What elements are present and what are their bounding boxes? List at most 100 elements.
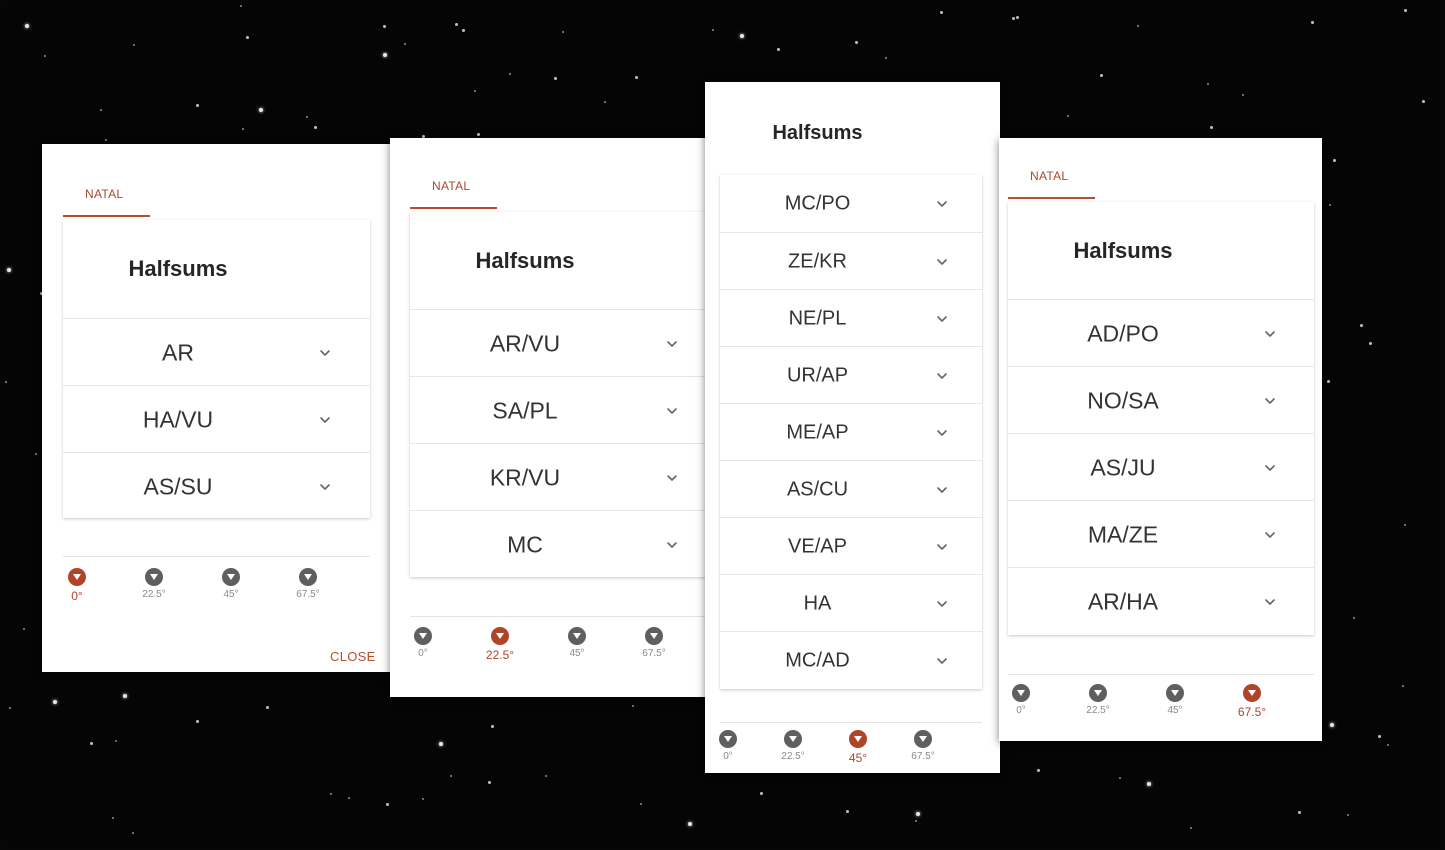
- star: [846, 810, 849, 813]
- star: [7, 268, 11, 272]
- star: [1016, 16, 1019, 19]
- tab-natal[interactable]: NATAL: [85, 187, 123, 201]
- halfsum-row[interactable]: AD/PO: [1008, 299, 1314, 367]
- card-title: Halfsums: [128, 256, 228, 281]
- star: [712, 29, 714, 31]
- star: [1369, 342, 1372, 345]
- tab-natal[interactable]: NATAL: [1030, 169, 1068, 183]
- orb-option[interactable]: 67.5°: [1227, 684, 1277, 719]
- star: [266, 706, 269, 709]
- orb-option[interactable]: 22.5°: [768, 730, 818, 762]
- halfsum-row[interactable]: AR: [63, 318, 370, 386]
- chevron-down-icon[interactable]: [1263, 394, 1277, 408]
- halfsum-row[interactable]: MC/AD: [720, 631, 982, 689]
- halfsum-label: NE/PL: [788, 307, 847, 329]
- orb-option[interactable]: 22.5°: [1073, 684, 1123, 716]
- halfsum-row[interactable]: HA/VU: [63, 385, 370, 453]
- chevron-down-icon[interactable]: [935, 597, 949, 611]
- halfsum-row[interactable]: ME/AP: [720, 403, 982, 461]
- star: [474, 90, 476, 92]
- halfsum-row[interactable]: KR/VU: [410, 443, 706, 511]
- orb-option[interactable]: 22.5°: [475, 627, 525, 662]
- chevron-down-icon[interactable]: [935, 483, 949, 497]
- halfsum-row[interactable]: MC/PO: [720, 175, 982, 232]
- chevron-down-icon[interactable]: [935, 197, 949, 211]
- orb-degree-label: 0°: [723, 751, 733, 762]
- halfsum-row[interactable]: AR/VU: [410, 309, 706, 377]
- halfsums-panel-4: NATAL Halfsums AD/PO NO/SA AS/JU MA/ZE AR/HA…: [999, 138, 1322, 741]
- chevron-down-icon[interactable]: [318, 480, 332, 494]
- star: [1067, 115, 1069, 117]
- caret-down-icon: [1012, 684, 1030, 702]
- star: [1327, 380, 1330, 383]
- divider: [63, 556, 370, 557]
- close-button[interactable]: CLOSE: [330, 649, 376, 664]
- chevron-down-icon[interactable]: [1263, 461, 1277, 475]
- halfsum-row[interactable]: UR/AP: [720, 346, 982, 404]
- chevron-down-icon[interactable]: [1263, 327, 1277, 341]
- halfsums-panel-2: NATAL Halfsums AR/VU SA/PL KR/VU MC 0° 22.5°…: [390, 138, 706, 697]
- chevron-down-icon[interactable]: [1263, 528, 1277, 542]
- star: [1242, 94, 1244, 96]
- orb-option[interactable]: 0°: [52, 568, 102, 603]
- orb-degree-label: 45°: [1167, 705, 1183, 716]
- halfsum-label: AS/JU: [1090, 454, 1156, 480]
- orb-option[interactable]: 67.5°: [629, 627, 679, 659]
- star: [132, 832, 134, 834]
- chevron-down-icon[interactable]: [318, 346, 332, 360]
- halfsum-row[interactable]: VE/AP: [720, 517, 982, 575]
- caret-down-icon: [68, 568, 86, 586]
- orb-option[interactable]: 0°: [398, 627, 448, 659]
- star: [604, 101, 606, 103]
- halfsum-row[interactable]: NO/SA: [1008, 366, 1314, 434]
- halfsum-row[interactable]: HA: [720, 574, 982, 632]
- halfsum-label: HA: [803, 592, 832, 614]
- star: [1137, 25, 1139, 27]
- orb-option[interactable]: 45°: [1150, 684, 1200, 716]
- chevron-down-icon[interactable]: [935, 255, 949, 269]
- star: [940, 11, 943, 14]
- halfsum-row[interactable]: AR/HA: [1008, 567, 1314, 635]
- halfsum-row[interactable]: MC: [410, 510, 706, 578]
- halfsum-row[interactable]: ZE/KR: [720, 232, 982, 290]
- tab-natal[interactable]: NATAL: [432, 179, 470, 193]
- orb-degree-label: 0°: [1016, 705, 1026, 716]
- orb-option[interactable]: 22.5°: [129, 568, 179, 600]
- chevron-down-icon[interactable]: [665, 337, 679, 351]
- chevron-down-icon[interactable]: [935, 426, 949, 440]
- orb-option[interactable]: 45°: [206, 568, 256, 600]
- star: [1347, 814, 1349, 816]
- orb-option[interactable]: 45°: [552, 627, 602, 659]
- halfsum-row[interactable]: AS/CU: [720, 460, 982, 518]
- chevron-down-icon[interactable]: [935, 369, 949, 383]
- orb-option[interactable]: 0°: [703, 730, 753, 762]
- halfsum-row[interactable]: MA/ZE: [1008, 500, 1314, 568]
- star: [5, 381, 7, 383]
- orb-option[interactable]: 45°: [833, 730, 883, 765]
- halfsum-row[interactable]: NE/PL: [720, 289, 982, 347]
- star: [545, 775, 547, 777]
- chevron-down-icon[interactable]: [665, 471, 679, 485]
- orb-degree-label: 22.5°: [142, 589, 166, 600]
- caret-down-icon: [784, 730, 802, 748]
- caret-down-icon: [299, 568, 317, 586]
- star: [916, 812, 920, 816]
- caret-down-icon: [222, 568, 240, 586]
- halfsum-row[interactable]: SA/PL: [410, 376, 706, 444]
- orb-option[interactable]: 67.5°: [283, 568, 333, 600]
- chevron-down-icon[interactable]: [665, 404, 679, 418]
- chevron-down-icon[interactable]: [935, 312, 949, 326]
- orb-degree-label: 67.5°: [642, 648, 666, 659]
- halfsum-label: UR/AP: [786, 364, 849, 386]
- star: [386, 803, 389, 806]
- halfsum-row[interactable]: AS/SU: [63, 452, 370, 520]
- orb-option[interactable]: 0°: [996, 684, 1046, 716]
- chevron-down-icon[interactable]: [318, 413, 332, 427]
- chevron-down-icon[interactable]: [935, 540, 949, 554]
- chevron-down-icon[interactable]: [1263, 595, 1277, 609]
- orb-option[interactable]: 67.5°: [898, 730, 948, 762]
- halfsum-row[interactable]: AS/JU: [1008, 433, 1314, 501]
- chevron-down-icon[interactable]: [665, 538, 679, 552]
- orb-degree-label: 22.5°: [1086, 705, 1110, 716]
- chevron-down-icon[interactable]: [935, 654, 949, 668]
